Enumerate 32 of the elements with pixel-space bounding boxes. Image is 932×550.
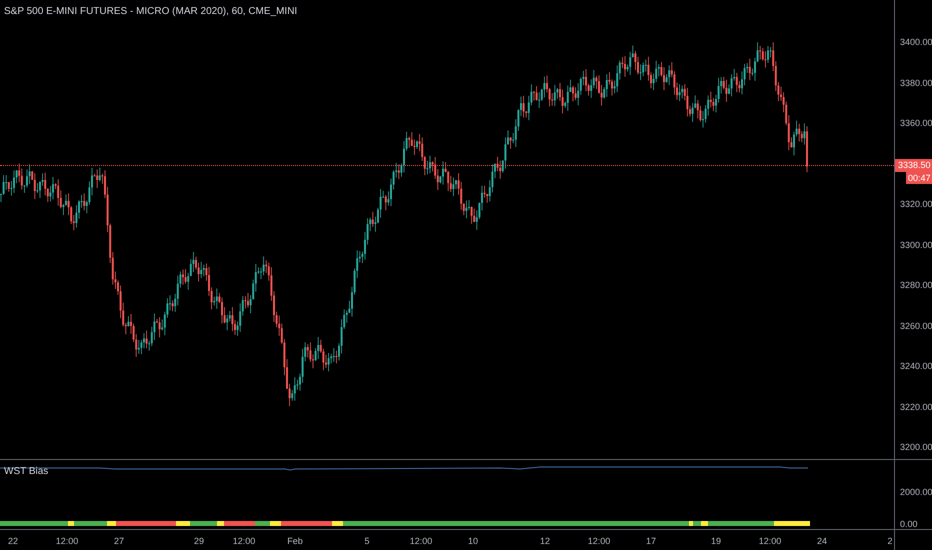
price-axis-label: 3200.00 [900,441,932,454]
price-axis-label: 3280.00 [900,279,932,292]
time-axis-label: 22 [8,535,18,548]
indicator-axis-label: 2000.00 [900,486,932,499]
chart-title: S&P 500 E-MINI FUTURES - MICRO (MAR 2020), 60, CME_MINI [4,5,298,19]
time-axis-label: 29 [194,535,204,548]
time-axis-label: Feb [287,535,303,548]
time-axis-label: 12:00 [56,535,78,548]
time-axis-label: 12:00 [232,535,256,548]
price-axis-label: 3300.00 [900,238,932,252]
indicator-name: WST Bias [4,465,48,479]
time-axis-label: 17 [646,535,656,548]
price-axis-label: 3260.00 [900,320,932,332]
price-axis-label: 3240.00 [900,360,932,373]
price-axis-label: 3320.00 [900,198,932,211]
price-axis-label: 3380.00 [900,76,932,90]
time-axis-label: 12 [540,535,550,548]
time-axis-label: 5 [364,535,370,548]
price-axis-label: 3360.00 [900,117,932,130]
time-axis-label: 12:00 [588,535,610,548]
time-axis-label: 12:00 [410,535,432,548]
last-price-tag: 3338.50 [895,159,932,172]
time-axis-label: 12:00 [758,535,782,548]
time-axis-label: 10 [468,535,478,548]
price-axis-label: 3220.00 [900,400,932,414]
time-axis-label: 2 [888,535,892,548]
time-axis-label: 19 [711,535,721,548]
time-axis-label: 24 [817,535,827,548]
countdown-tag: 00:47 [906,172,932,184]
price-axis-label: 3400.00 [900,36,932,49]
indicator-axis-label: 0.00 [900,518,918,531]
time-axis-label: 27 [114,535,124,548]
